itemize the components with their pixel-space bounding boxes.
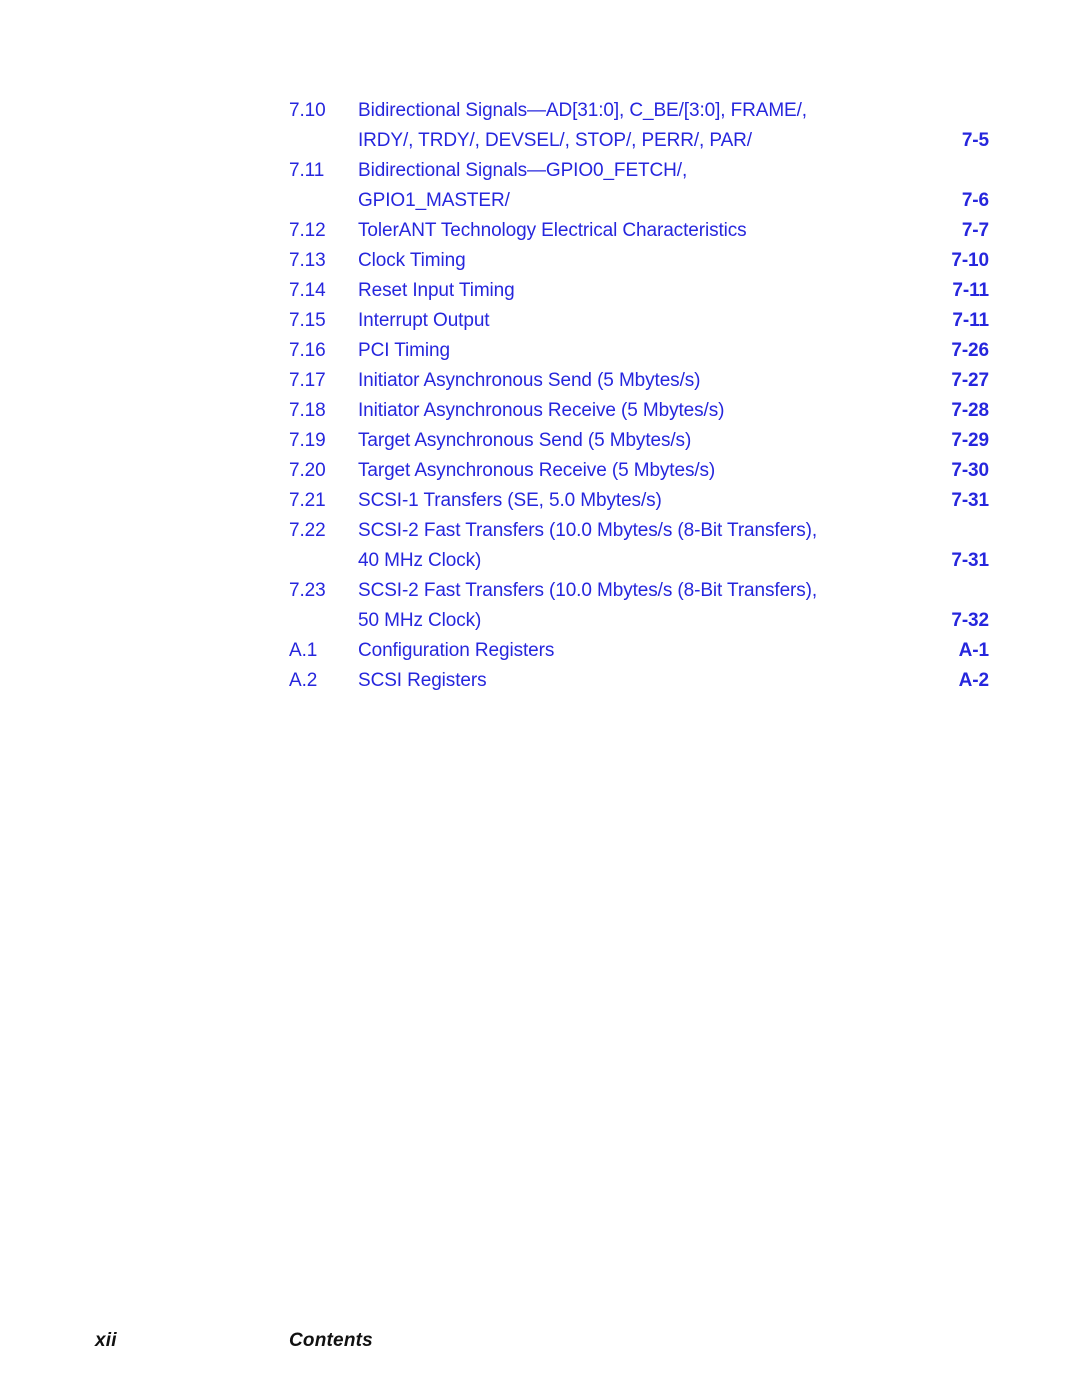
toc-entry[interactable]: 7.21 SCSI-1 Transfers (SE, 5.0 Mbytes/s) 7… [289, 486, 989, 516]
toc-entry[interactable]: A.2 SCSI Registers A-2 [289, 666, 989, 696]
toc-entry[interactable]: 7.15 Interrupt Output 7-11 [289, 306, 989, 336]
toc-entry-number: 7.20 [289, 460, 326, 481]
toc-entry-line: GPIO1_MASTER/7-6 [289, 186, 989, 216]
toc-entry-number: 7.13 [289, 250, 326, 271]
toc-entry-line: 7.14 Reset Input Timing 7-11 [289, 276, 989, 306]
toc-entry-line: A.1 Configuration Registers A-1 [289, 636, 989, 666]
toc-entry-page-number[interactable]: A-2 [909, 666, 989, 696]
toc-entry-title: Configuration Registers [358, 640, 555, 661]
toc-entry-line: 7.18 Initiator Asynchronous Receive (5 Mb… [289, 396, 989, 426]
toc-entry[interactable]: 7.10 Bidirectional Signals—AD[31:0], C_BE… [289, 96, 989, 156]
toc-entry-page-number[interactable]: 7-31 [909, 486, 989, 516]
toc-entry-number: 7.22 [289, 520, 326, 541]
toc-entry-title: SCSI Registers [358, 670, 487, 691]
toc-entry[interactable]: 7.23 SCSI-2 Fast Transfers (10.0 Mbytes/s… [289, 576, 989, 636]
toc-entry-page-number[interactable]: 7-11 [909, 276, 989, 306]
toc-entry-number: 7.19 [289, 430, 326, 451]
toc-entry[interactable]: 7.14 Reset Input Timing 7-11 [289, 276, 989, 306]
toc-entry-line: IRDY/, TRDY/, DEVSEL/, STOP/, PERR/, PAR… [289, 126, 989, 156]
toc-entry-page-number[interactable]: 7-6 [909, 186, 989, 216]
footer-page-number: xii [95, 1330, 117, 1351]
toc-entry-title: IRDY/, TRDY/, DEVSEL/, STOP/, PERR/, PAR… [358, 130, 752, 151]
toc-entry-title: Initiator Asynchronous Receive (5 Mbytes… [358, 400, 725, 421]
toc-entry-title: Target Asynchronous Receive (5 Mbytes/s) [358, 460, 716, 481]
toc-entry-number: A.1 [289, 640, 318, 661]
toc-entry-title: GPIO1_MASTER/ [358, 190, 510, 211]
toc-entry-line: 7.22 SCSI-2 Fast Transfers (10.0 Mbytes/s… [289, 516, 989, 546]
toc-entry-number: 7.18 [289, 400, 326, 421]
toc-entry[interactable]: 7.20 Target Asynchronous Receive (5 Mbyte… [289, 456, 989, 486]
toc-entry-page-number[interactable]: 7-5 [909, 126, 989, 156]
toc-entry-title: SCSI-2 Fast Transfers (10.0 Mbytes/s (8-… [358, 520, 818, 541]
toc-entry-page-number[interactable]: 7-11 [909, 306, 989, 336]
toc-entry[interactable]: 7.18 Initiator Asynchronous Receive (5 Mb… [289, 396, 989, 426]
toc-entry-line: 7.12 TolerANT Technology Electrical Chara… [289, 216, 989, 246]
toc-entry-title: SCSI-1 Transfers (SE, 5.0 Mbytes/s) [358, 490, 662, 511]
toc-entry[interactable]: 7.11 Bidirectional Signals—GPIO0_FETCH/, G… [289, 156, 989, 216]
toc-entry-number: 7.11 [289, 160, 325, 181]
toc-entry-line: 7.17 Initiator Asynchronous Send (5 Mbyte… [289, 366, 989, 396]
toc-entry-title: Bidirectional Signals—AD[31:0], C_BE/[3:… [358, 100, 807, 121]
toc-entry-number: 7.10 [289, 100, 326, 121]
toc-entry-line: 7.23 SCSI-2 Fast Transfers (10.0 Mbytes/s… [289, 576, 989, 606]
toc-entry-page-number[interactable]: 7-28 [909, 396, 989, 426]
toc-entry-title: Bidirectional Signals—GPIO0_FETCH/, [358, 160, 688, 181]
toc-entry-page-number[interactable]: 7-31 [909, 546, 989, 576]
toc-entry-line: 7.20 Target Asynchronous Receive (5 Mbyte… [289, 456, 989, 486]
toc-entry-page-number[interactable]: 7-7 [909, 216, 989, 246]
toc-entry-line: 7.16 PCI Timing 7-26 [289, 336, 989, 366]
toc-entry-number: 7.21 [289, 490, 326, 511]
toc-entry-line: 7.19 Target Asynchronous Send (5 Mbytes/s… [289, 426, 989, 456]
toc-entry[interactable]: A.1 Configuration Registers A-1 [289, 636, 989, 666]
toc-entry-number: 7.12 [289, 220, 326, 241]
toc-entry-number: 7.23 [289, 580, 326, 601]
toc-entry-title: Reset Input Timing [358, 280, 515, 301]
toc-entry-page-number[interactable]: A-1 [909, 636, 989, 666]
toc-entry[interactable]: 7.16 PCI Timing 7-26 [289, 336, 989, 366]
footer-section-label: Contents [289, 1330, 373, 1351]
toc-entry[interactable]: 7.13 Clock Timing 7-10 [289, 246, 989, 276]
toc-entry-number: 7.16 [289, 340, 326, 361]
toc-entry-number: 7.14 [289, 280, 326, 301]
toc-entry-number: 7.15 [289, 310, 326, 331]
toc-entry-number: A.2 [289, 670, 318, 691]
toc-entry-title: 50 MHz Clock) [358, 610, 482, 631]
toc-entry-line: 40 MHz Clock) 7-31 [289, 546, 989, 576]
toc-entry-title: PCI Timing [358, 340, 450, 361]
toc-entry-line: 7.10 Bidirectional Signals—AD[31:0], C_BE… [289, 96, 989, 126]
toc-entry-title: Interrupt Output [358, 310, 490, 331]
toc-entry-title: Initiator Asynchronous Send (5 Mbytes/s) [358, 370, 701, 391]
toc-entry-page-number[interactable]: 7-10 [909, 246, 989, 276]
toc-entry[interactable]: 7.22 SCSI-2 Fast Transfers (10.0 Mbytes/s… [289, 516, 989, 576]
toc-entry-page-number[interactable]: 7-26 [909, 336, 989, 366]
toc-entry-line: 7.11 Bidirectional Signals—GPIO0_FETCH/, [289, 156, 989, 186]
toc-entry[interactable]: 7.17 Initiator Asynchronous Send (5 Mbyte… [289, 366, 989, 396]
toc-entry-line: A.2 SCSI Registers A-2 [289, 666, 989, 696]
toc-entry-line: 7.15 Interrupt Output 7-11 [289, 306, 989, 336]
toc-entry-line: 50 MHz Clock) 7-32 [289, 606, 989, 636]
toc-entry[interactable]: 7.12 TolerANT Technology Electrical Chara… [289, 216, 989, 246]
toc-entry-title: SCSI-2 Fast Transfers (10.0 Mbytes/s (8-… [358, 580, 818, 601]
toc-entry-line: 7.13 Clock Timing 7-10 [289, 246, 989, 276]
toc-entry-page-number[interactable]: 7-32 [909, 606, 989, 636]
toc-entry-line: 7.21 SCSI-1 Transfers (SE, 5.0 Mbytes/s) 7… [289, 486, 989, 516]
toc-entry[interactable]: 7.19 Target Asynchronous Send (5 Mbytes/s… [289, 426, 989, 456]
toc-entry-title: Clock Timing [358, 250, 466, 271]
page-footer: xii Contents [0, 1330, 1080, 1364]
toc-entry-title: TolerANT Technology Electrical Character… [358, 220, 747, 241]
toc-entry-page-number[interactable]: 7-30 [909, 456, 989, 486]
toc-entry-page-number[interactable]: 7-29 [909, 426, 989, 456]
document-page: 7.10 Bidirectional Signals—AD[31:0], C_BE… [0, 0, 1080, 1388]
table-of-contents-list: 7.10 Bidirectional Signals—AD[31:0], C_BE… [289, 96, 989, 696]
toc-entry-page-number[interactable]: 7-27 [909, 366, 989, 396]
toc-entry-title: Target Asynchronous Send (5 Mbytes/s) [358, 430, 692, 451]
toc-entry-title: 40 MHz Clock) [358, 550, 482, 571]
toc-entry-number: 7.17 [289, 370, 326, 391]
